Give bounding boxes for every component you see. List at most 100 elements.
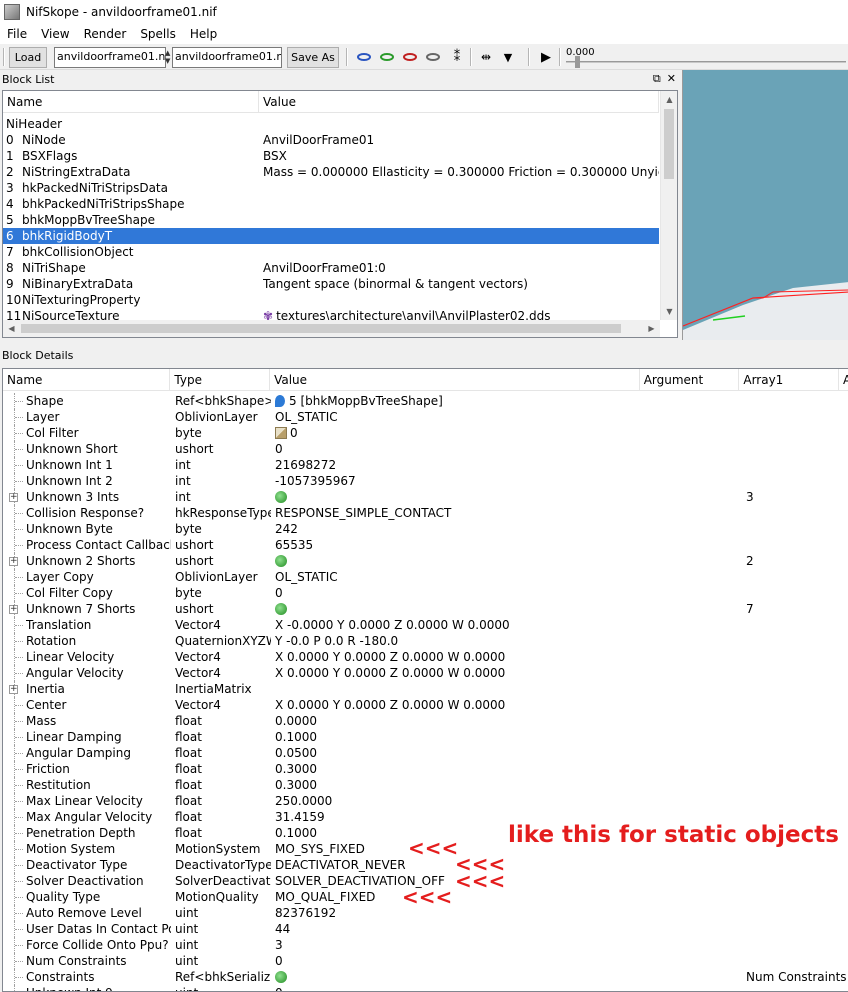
view-dropdown-icon[interactable]: ▼ [500, 49, 516, 65]
field-value-cell[interactable] [275, 969, 641, 985]
column-header-value[interactable]: Value [259, 91, 659, 113]
block-list-row[interactable]: 3 hkPackedNiTriStripsData [3, 180, 659, 196]
save-as-button[interactable]: Save As [287, 47, 339, 68]
menu-file[interactable]: File [0, 27, 34, 41]
detail-row[interactable]: Shape Ref<bhkShape> 5 [bhkMoppBvTreeShape] [3, 393, 848, 409]
column-header-argument[interactable]: Argument [640, 369, 740, 391]
array-edit-icon[interactable] [275, 971, 287, 983]
save-file-combo[interactable]: anvildoorframe01.nif [172, 47, 282, 68]
field-value-cell[interactable]: 0 [275, 585, 641, 601]
expand-plus-icon[interactable]: + [9, 685, 18, 694]
detail-row[interactable]: Unknown Short ushort 0 [3, 441, 848, 457]
field-value-cell[interactable]: 82376192 [275, 905, 641, 921]
detail-row[interactable]: Process Contact Callback... ushort 65535 [3, 537, 848, 553]
array-edit-icon[interactable] [275, 603, 287, 615]
detail-row[interactable]: Restitution float 0.3000 [3, 777, 848, 793]
field-value-cell[interactable]: 21698272 [275, 457, 641, 473]
field-value-cell[interactable]: OL_STATIC [275, 569, 641, 585]
field-value-cell[interactable]: 242 [275, 521, 641, 537]
detail-row[interactable]: Collision Response? hkResponseType RESPONS… [3, 505, 848, 521]
column-header-name[interactable]: Name [3, 91, 259, 113]
block-list-row[interactable]: NiHeader [3, 116, 659, 132]
animation-time-slider[interactable] [566, 61, 846, 63]
detail-row[interactable]: + Unknown 7 Shorts ushort 7 [3, 601, 848, 617]
block-list-row[interactable]: 0 NiNode AnvilDoorFrame01 [3, 132, 659, 148]
field-value-cell[interactable]: 0 [275, 953, 641, 969]
field-value-cell[interactable]: X -0.0000 Y 0.0000 Z 0.0000 W 0.0000 [275, 617, 641, 633]
eye-gray-icon[interactable] [425, 49, 441, 65]
block-list-vscroll[interactable]: ▲ ▼ [660, 91, 677, 320]
block-list-hscroll[interactable]: ◀ ▶ [3, 320, 660, 337]
scroll-down-arrow-icon[interactable]: ▼ [661, 303, 677, 320]
detail-row[interactable]: Center Vector4 X 0.0000 Y 0.0000 Z 0.0000 … [3, 697, 848, 713]
slider-handle[interactable] [575, 56, 580, 68]
block-list-row[interactable]: 6 bhkRigidBodyT [3, 228, 659, 244]
detail-row[interactable]: Mass float 0.0000 [3, 713, 848, 729]
field-value-cell[interactable] [275, 489, 641, 505]
detail-row[interactable]: Layer Copy OblivionLayer OL_STATIC [3, 569, 848, 585]
block-list-row[interactable]: 9 NiBinaryExtraData Tangent space (binorma… [3, 276, 659, 292]
field-value-cell[interactable]: 0.0000 [275, 713, 641, 729]
eye-red-icon[interactable] [402, 49, 418, 65]
combo-spinner-icon[interactable]: ▲ ▼ [165, 49, 170, 65]
footprints-icon[interactable]: ⁑ [449, 49, 465, 65]
scroll-thumb[interactable] [664, 109, 674, 179]
field-value-cell[interactable]: 5 [bhkMoppBvTreeShape] [275, 393, 641, 409]
field-value-cell[interactable]: Y -0.0 P 0.0 R -180.0 [275, 633, 641, 649]
detail-row[interactable]: Col Filter Copy byte 0 [3, 585, 848, 601]
scroll-left-arrow-icon[interactable]: ◀ [3, 320, 20, 337]
block-list-row[interactable]: 2 NiStringExtraData Mass = 0.000000 Ellast… [3, 164, 659, 180]
field-value-cell[interactable] [275, 553, 641, 569]
field-value-cell[interactable]: 65535 [275, 537, 641, 553]
detail-row[interactable]: Rotation QuaternionXYZW Y -0.0 P 0.0 R -18… [3, 633, 848, 649]
field-value-cell[interactable]: -1057395967 [275, 473, 641, 489]
field-value-cell[interactable]: 0 [275, 985, 641, 991]
field-value-cell[interactable]: 3 [275, 937, 641, 953]
detail-row[interactable]: + Unknown 3 Ints int 3 [3, 489, 848, 505]
block-list-row[interactable]: 1 BSXFlags BSX [3, 148, 659, 164]
menu-view[interactable]: View [34, 27, 76, 41]
load-button[interactable]: Load [9, 47, 47, 68]
detail-row[interactable]: Col Filter byte 0 [3, 425, 848, 441]
field-value-cell[interactable]: 250.0000 [275, 793, 641, 809]
field-value-cell[interactable] [275, 681, 641, 697]
block-link-icon[interactable] [275, 395, 285, 407]
block-list-row[interactable]: 7 bhkCollisionObject [3, 244, 659, 260]
column-header-name[interactable]: Name [3, 369, 171, 391]
close-dock-icon[interactable]: ✕ [667, 72, 676, 86]
eye-green-icon[interactable] [379, 49, 395, 65]
float-dock-icon[interactable]: ⧉ [653, 72, 661, 86]
flags-icon[interactable] [275, 427, 287, 439]
menu-render[interactable]: Render [77, 27, 134, 41]
detail-row[interactable]: Layer OblivionLayer OL_STATIC [3, 409, 848, 425]
expand-plus-icon[interactable]: + [9, 605, 18, 614]
move-icon[interactable]: ⇹ [478, 49, 494, 65]
detail-row[interactable]: User Datas In Contact Poi... uint 44 [3, 921, 848, 937]
detail-row[interactable]: Num Constraints uint 0 [3, 953, 848, 969]
field-value-cell[interactable]: RESPONSE_SIMPLE_CONTACT [275, 505, 641, 521]
scroll-right-arrow-icon[interactable]: ▶ [643, 320, 660, 337]
menu-spells[interactable]: Spells [133, 27, 183, 41]
render-viewport[interactable] [682, 70, 848, 340]
field-value-cell[interactable]: 0 [275, 441, 641, 457]
expand-plus-icon[interactable]: + [9, 493, 18, 502]
field-value-cell[interactable]: X 0.0000 Y 0.0000 Z 0.0000 W 0.0000 [275, 697, 641, 713]
field-value-cell[interactable]: OL_STATIC [275, 409, 641, 425]
detail-row[interactable]: Unknown Byte byte 242 [3, 521, 848, 537]
block-list-row[interactable]: 10 NiTexturingProperty [3, 292, 659, 308]
detail-row[interactable]: Angular Damping float 0.0500 [3, 745, 848, 761]
detail-row[interactable]: Friction float 0.3000 [3, 761, 848, 777]
detail-row[interactable]: Unknown Int 1 int 21698272 [3, 457, 848, 473]
array-edit-icon[interactable] [275, 555, 287, 567]
field-value-cell[interactable]: X 0.0000 Y 0.0000 Z 0.0000 W 0.0000 [275, 665, 641, 681]
detail-row[interactable]: Angular Velocity Vector4 X 0.0000 Y 0.0000… [3, 665, 848, 681]
menu-help[interactable]: Help [183, 27, 224, 41]
detail-row[interactable]: Linear Velocity Vector4 X 0.0000 Y 0.0000 … [3, 649, 848, 665]
detail-row[interactable]: + Inertia InertiaMatrix [3, 681, 848, 697]
field-value-cell[interactable]: 0 [275, 425, 641, 441]
eye-blue-icon[interactable] [356, 49, 372, 65]
array-edit-icon[interactable] [275, 491, 287, 503]
load-file-combo[interactable]: anvildoorframe01.nif [54, 47, 166, 68]
detail-row[interactable]: Constraints Ref<bhkSerializ... Num Constra… [3, 969, 848, 985]
detail-row[interactable]: Linear Damping float 0.1000 [3, 729, 848, 745]
